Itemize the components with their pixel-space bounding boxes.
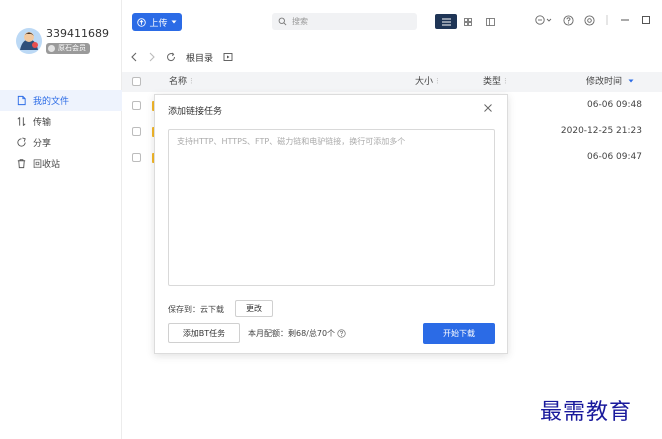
save-location-label: 保存到：云下载 bbox=[168, 305, 224, 314]
grid-view-button[interactable] bbox=[457, 14, 479, 29]
username: 339411689 bbox=[46, 27, 109, 40]
share-icon bbox=[17, 137, 26, 147]
column-header-label: 大小 bbox=[415, 77, 434, 87]
sidebar: 339411689 原石会员 我的文件 传输 分享 回收站 bbox=[0, 0, 122, 439]
breadcrumb-root[interactable]: 根目录 bbox=[186, 51, 213, 64]
column-header-modified[interactable]: 修改时间 bbox=[586, 72, 634, 92]
row-modified: 2020-12-25 21:23 bbox=[560, 126, 642, 136]
list-view-icon bbox=[441, 18, 451, 25]
sort-desc-icon bbox=[628, 79, 634, 83]
gear-icon bbox=[583, 14, 595, 26]
member-badge-label: 原石会员 bbox=[58, 44, 86, 52]
add-link-task-dialog: 添加链接任务 保存到：云下载 更改 添加BT任务 本月配额：剩68/总70个 开… bbox=[154, 94, 508, 354]
sidebar-item-my-files[interactable]: 我的文件 bbox=[0, 90, 122, 111]
help-button[interactable] bbox=[562, 14, 574, 26]
upload-icon bbox=[137, 17, 147, 27]
column-header-type[interactable]: 类型 ⁝ bbox=[483, 72, 507, 92]
transfer-icon bbox=[17, 117, 26, 126]
more-menu-button[interactable] bbox=[535, 14, 553, 26]
sidebar-item-label: 传输 bbox=[33, 118, 52, 128]
row-checkbox[interactable] bbox=[132, 127, 141, 136]
search-box[interactable] bbox=[272, 13, 417, 30]
member-badge-icon bbox=[48, 45, 55, 52]
breadcrumb: 根目录 bbox=[130, 49, 233, 65]
close-icon[interactable] bbox=[483, 103, 493, 113]
file-icon bbox=[17, 95, 26, 106]
settings-button[interactable] bbox=[583, 14, 595, 26]
divider-line bbox=[606, 15, 608, 25]
add-bt-task-button[interactable]: 添加BT任务 bbox=[168, 323, 240, 343]
help-icon[interactable] bbox=[337, 329, 346, 338]
sidebar-nav: 我的文件 传输 分享 回收站 bbox=[0, 90, 122, 174]
list-view-button[interactable] bbox=[435, 14, 457, 29]
column-view-icon bbox=[485, 17, 495, 26]
divider bbox=[604, 14, 610, 26]
help-icon bbox=[562, 14, 574, 26]
quota-text: 本月配额：剩68/总70个 bbox=[248, 329, 336, 338]
monthly-quota: 本月配额：剩68/总70个 bbox=[248, 328, 346, 339]
sidebar-item-transfer[interactable]: 传输 bbox=[0, 111, 122, 132]
back-icon[interactable] bbox=[130, 52, 138, 62]
start-download-button[interactable]: 开始下载 bbox=[423, 323, 495, 344]
column-header-label: 名称 bbox=[169, 77, 188, 87]
grid-view-icon bbox=[464, 17, 472, 26]
new-folder-icon[interactable] bbox=[223, 52, 233, 62]
maximize-button[interactable] bbox=[640, 14, 652, 26]
avatar[interactable] bbox=[16, 28, 42, 54]
dialog-title: 添加链接任务 bbox=[168, 107, 223, 117]
search-icon bbox=[278, 17, 287, 26]
column-separator: ⁝ bbox=[436, 77, 439, 87]
minimize-icon bbox=[621, 19, 629, 21]
column-separator: ⁝ bbox=[190, 77, 193, 87]
window-controls bbox=[535, 14, 662, 26]
column-header-name[interactable]: 名称 ⁝ bbox=[169, 72, 193, 92]
row-modified: 06-06 09:48 bbox=[587, 100, 642, 110]
column-header-label: 修改时间 bbox=[586, 77, 623, 87]
sidebar-item-share[interactable]: 分享 bbox=[0, 132, 122, 153]
trash-icon bbox=[17, 159, 26, 169]
column-header-size[interactable]: 大小 ⁝ bbox=[415, 72, 439, 92]
sidebar-item-label: 分享 bbox=[33, 139, 52, 149]
table-header: 名称 ⁝ 大小 ⁝ 类型 ⁝ 修改时间 bbox=[122, 72, 662, 92]
column-header-label: 类型 bbox=[483, 77, 502, 87]
upload-button[interactable]: 上传 bbox=[132, 13, 182, 31]
caret-down-icon bbox=[171, 20, 176, 24]
link-input[interactable] bbox=[168, 129, 495, 286]
minus-circle-icon bbox=[535, 15, 552, 25]
maximize-icon bbox=[642, 16, 650, 24]
sidebar-item-label: 回收站 bbox=[33, 160, 61, 170]
member-badge[interactable]: 原石会员 bbox=[46, 43, 90, 54]
row-checkbox[interactable] bbox=[132, 101, 141, 110]
upload-label: 上传 bbox=[149, 18, 168, 29]
search-input[interactable] bbox=[292, 17, 402, 26]
minimize-button[interactable] bbox=[619, 14, 631, 26]
column-view-button[interactable] bbox=[479, 14, 501, 29]
select-all-checkbox[interactable] bbox=[132, 77, 141, 86]
view-switcher bbox=[435, 14, 501, 29]
watermark-text: 最需教育 bbox=[540, 400, 633, 425]
refresh-icon[interactable] bbox=[166, 52, 176, 62]
column-separator: ⁝ bbox=[504, 77, 507, 87]
row-modified: 06-06 09:47 bbox=[587, 152, 642, 162]
forward-icon[interactable] bbox=[148, 52, 156, 62]
row-checkbox[interactable] bbox=[132, 153, 141, 162]
change-location-button[interactable]: 更改 bbox=[235, 300, 273, 317]
sidebar-item-label: 我的文件 bbox=[33, 97, 70, 107]
sidebar-item-trash[interactable]: 回收站 bbox=[0, 153, 122, 174]
